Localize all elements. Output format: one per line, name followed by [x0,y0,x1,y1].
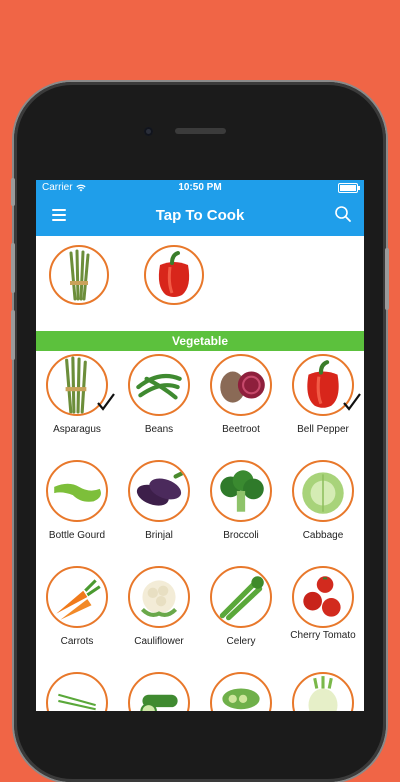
app-header: Carrier 10:50 PM Tap To Cook [36,180,364,236]
veg-item-cauliflower[interactable]: Cauliflower [118,566,200,647]
selected-asparagus[interactable] [49,245,109,305]
hamburger-menu-icon[interactable] [52,209,66,221]
veg-image-circle [128,566,190,628]
veg-image-circle [292,672,354,711]
veg-item-asparagus[interactable]: Asparagus [36,354,118,435]
checkmark-icon [97,393,115,411]
battery-icon [338,182,360,193]
veg-item-carrots[interactable]: Carrots [36,566,118,647]
cherry-tomato-icon [303,576,341,617]
veg-label: Brinjal [145,530,173,541]
veg-image-circle [210,460,272,522]
veg-item-broccoli[interactable]: Broccoli [200,460,282,541]
veg-image-circle [128,354,190,416]
veg-label: Asparagus [53,424,101,435]
veg-item-partial[interactable] [200,672,282,711]
veg-label: Celery [226,636,256,647]
broccoli-icon [220,470,264,512]
veg-image-circle [46,672,108,711]
asparagus-icon [69,249,90,301]
veg-image-circle [210,354,272,416]
bell-pepper-icon [158,251,190,297]
nav-title: Tap To Cook [155,207,245,224]
veg-label: Beans [144,424,174,435]
veg-item-bell-pepper[interactable]: Bell Pepper [282,354,364,435]
search-icon[interactable] [334,205,352,223]
veg-item-brinjal[interactable]: Brinjal [118,460,200,541]
fava-beans-icon [222,688,260,710]
veg-label: Bottle Gourd [48,530,106,541]
status-bar: Carrier 10:50 PM [36,180,364,195]
veg-item-beetroot[interactable]: Beetroot [200,354,282,435]
veg-item-partial[interactable] [118,672,200,711]
chives-icon [58,693,96,711]
navigation-bar: Tap To Cook [36,195,364,236]
status-time: 10:50 PM [178,182,222,193]
veg-item-partial[interactable] [36,672,118,711]
veg-image-circle [46,566,108,628]
volume-down-button [11,310,15,360]
veg-label: Cherry Tomato [290,630,356,641]
power-button [385,248,389,310]
beetroot-icon [220,371,265,403]
veg-label: Carrots [60,636,94,647]
cabbage-icon [302,472,344,514]
carrots-icon [56,579,101,620]
beans-icon [136,373,182,400]
earpiece-speaker [175,128,226,134]
veg-image-circle [292,566,354,628]
veg-image-circle [128,672,190,711]
veg-item-cabbage[interactable]: Cabbage [282,460,364,541]
bottle-gourd-icon [54,483,101,502]
veg-image-circle [46,460,108,522]
veg-label: Cauliflower [134,636,184,647]
app-screen: Carrier 10:50 PM Tap To Cook Vegetable A… [36,180,364,711]
selected-bell-pepper[interactable] [144,245,204,305]
veg-item-beans[interactable]: Beans [118,354,200,435]
veg-image-circle [210,566,272,628]
veg-item-bottle-gourd[interactable]: Bottle Gourd [36,460,118,541]
front-camera [144,127,153,136]
veg-label: Bell Pepper [297,424,349,435]
veg-label: Beetroot [222,424,260,435]
fennel-icon [308,676,338,711]
veg-item-partial[interactable] [282,672,364,711]
checkmark-icon [343,393,361,411]
cucumber-icon [140,694,178,711]
veg-image-circle [128,460,190,522]
veg-image-circle [210,672,272,711]
mute-switch [11,178,15,206]
veg-image-circle [292,460,354,522]
veg-label: Cabbage [302,530,344,541]
section-header-vegetable: Vegetable [36,331,364,351]
selected-ingredients [36,236,364,331]
veg-label: Broccoli [223,530,259,541]
veg-item-celery[interactable]: Celery [200,566,282,647]
veg-item-cherry-tomato[interactable]: Cherry Tomato [282,566,364,641]
cauliflower-icon [140,580,178,618]
volume-up-button [11,243,15,293]
brinjal-icon [136,470,186,506]
celery-icon [219,576,264,621]
